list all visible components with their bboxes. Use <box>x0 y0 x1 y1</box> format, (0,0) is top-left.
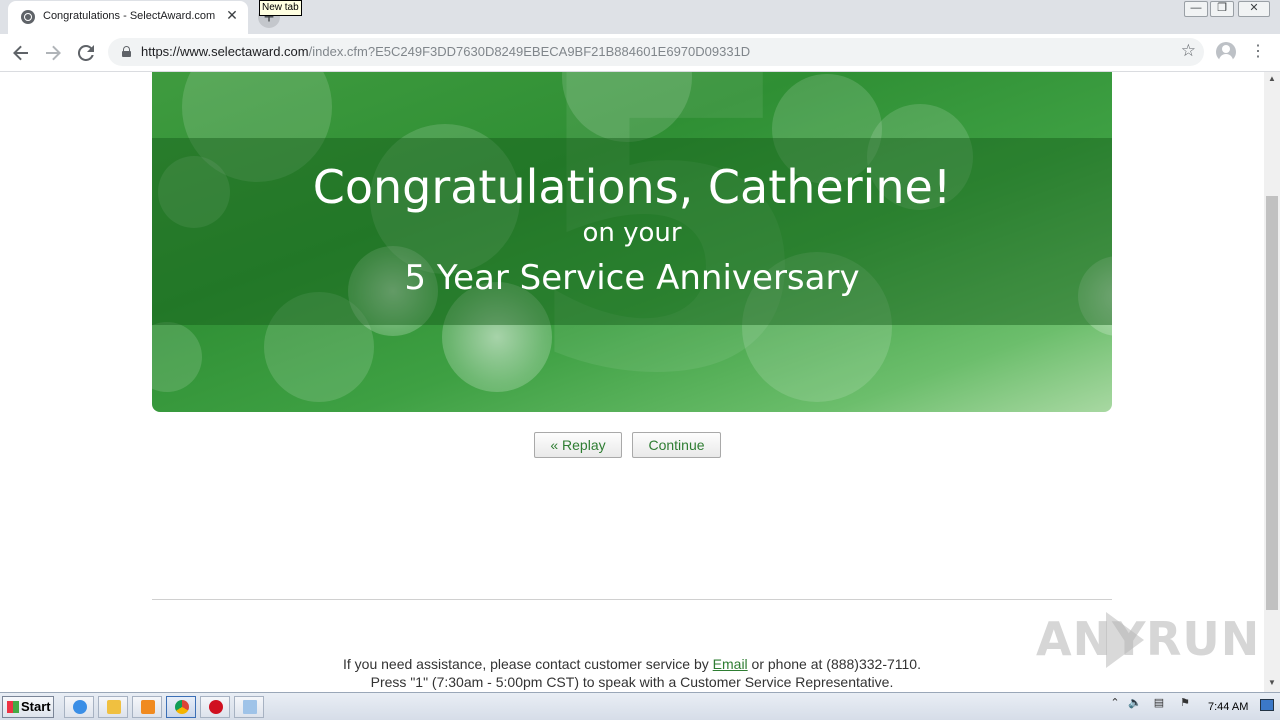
taskbar-explorer[interactable] <box>98 696 128 718</box>
star-icon[interactable]: ☆ <box>1181 41 1196 61</box>
taskbar-opera[interactable] <box>200 696 230 718</box>
replay-button[interactable]: « Replay <box>534 432 622 458</box>
reload-icon <box>77 44 94 61</box>
arrow-right-icon <box>46 45 61 61</box>
lock-icon <box>122 46 131 57</box>
reload-button[interactable] <box>73 40 99 66</box>
start-label: Start <box>21 699 51 714</box>
browser-tab[interactable]: Congratulations - SelectAward.com ✕ <box>8 1 248 34</box>
footer-divider <box>152 599 1112 600</box>
chrome-icon <box>175 700 189 714</box>
banner-headline: Congratulations, Catherine! <box>312 160 952 214</box>
tab-title: Congratulations - SelectAward.com <box>43 10 216 22</box>
taskbar-ie[interactable] <box>64 696 94 718</box>
tab-close-button[interactable]: ✕ <box>224 7 240 23</box>
folder-icon <box>107 700 121 714</box>
arrow-left-icon <box>13 45 28 61</box>
footer-assistance-line: If you need assistance, please contact c… <box>152 656 1112 672</box>
vertical-scrollbar[interactable]: ▲ ▼ <box>1264 72 1280 692</box>
ie-icon <box>73 700 87 714</box>
continue-button[interactable]: Continue <box>632 432 721 458</box>
taskbar-notepad[interactable] <box>234 696 264 718</box>
kebab-menu-icon[interactable]: ⋮ <box>1250 41 1266 63</box>
scroll-thumb[interactable] <box>1266 196 1278 610</box>
show-desktop-icon[interactable] <box>1260 699 1274 711</box>
taskbar-media-player[interactable] <box>132 696 162 718</box>
network-icon[interactable]: ▤ <box>1152 696 1166 710</box>
back-button[interactable] <box>8 40 34 66</box>
start-button[interactable]: Start <box>2 696 54 718</box>
watermark-play-icon <box>1106 612 1144 668</box>
browser-toolbar: https://www.selectaward.com/index.cfm?E5… <box>0 34 1280 72</box>
anniversary-banner: 5 Congratulations, Catherine! on your 5 … <box>152 72 1112 412</box>
volume-icon[interactable]: 🔈 <box>1128 696 1142 710</box>
watermark-text-right: RUN <box>1146 612 1261 666</box>
new-tab-tooltip: New tab <box>259 0 302 16</box>
windows-flag-icon <box>7 701 19 713</box>
bokeh-circle <box>152 322 202 392</box>
footer-text: If you need assistance, please contact c… <box>343 656 713 672</box>
banner-subline: on your <box>582 218 682 248</box>
media-player-icon <box>141 700 155 714</box>
page-viewport: 5 Congratulations, Catherine! on your 5 … <box>0 72 1264 692</box>
url-host: https://www.selectaward.com <box>141 44 309 59</box>
email-link[interactable]: Email <box>713 656 748 672</box>
profile-icon[interactable] <box>1216 42 1236 62</box>
close-window-button[interactable]: ✕ <box>1238 1 1270 17</box>
tray-expand-icon[interactable]: ⌃ <box>1108 696 1122 710</box>
action-center-flag-icon[interactable]: ⚑ <box>1178 696 1192 710</box>
url-text: https://www.selectaward.com/index.cfm?E5… <box>141 44 750 59</box>
windows-taskbar: Start ⌃ 🔈 ▤ ⚑ 7:44 AM <box>0 692 1280 720</box>
scroll-down-arrow-icon[interactable]: ▼ <box>1264 676 1280 690</box>
url-path: /index.cfm?E5C249F3DD7630D8249EBECA9BF21… <box>308 44 751 59</box>
taskbar-clock[interactable]: 7:44 AM <box>1208 701 1248 713</box>
footer-text: or phone at (888)332-7110. <box>747 656 921 672</box>
scroll-up-arrow-icon[interactable]: ▲ <box>1264 72 1280 86</box>
address-bar[interactable]: https://www.selectaward.com/index.cfm?E5… <box>108 38 1204 66</box>
notepad-icon <box>243 700 257 714</box>
tab-strip: Congratulations - SelectAward.com ✕ + Ne… <box>0 0 1280 34</box>
minimize-button[interactable]: — <box>1184 1 1208 17</box>
globe-icon <box>21 10 35 24</box>
footer-phone-line: Press "1" (7:30am - 5:00pm CST) to speak… <box>370 674 894 690</box>
restore-button[interactable]: ❐ <box>1210 1 1234 17</box>
opera-icon <box>209 700 223 714</box>
banner-anniversary: 5 Year Service Anniversary <box>404 258 860 298</box>
forward-button[interactable] <box>40 40 66 66</box>
taskbar-chrome[interactable] <box>166 696 196 718</box>
